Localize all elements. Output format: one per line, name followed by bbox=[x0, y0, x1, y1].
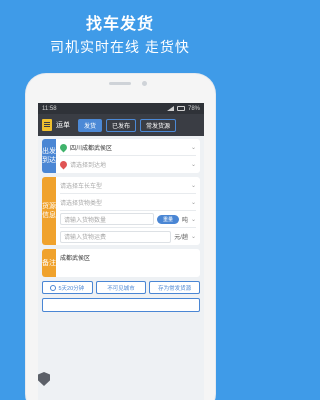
chevron-down-icon: ⌄ bbox=[190, 162, 196, 168]
cargo-label: 货源信息 bbox=[42, 177, 56, 245]
cargo-card: 货源信息 请选择车长车型 ⌄ 请选择货物类型 ⌄ 请输入货物数量 重量 吨 ⌄ bbox=[42, 177, 200, 245]
notes-label: 备注 bbox=[42, 249, 56, 277]
save-frequent-button[interactable]: 存为常发货源 bbox=[149, 281, 201, 294]
waybill-icon[interactable] bbox=[42, 119, 52, 131]
notes-card: 备注 成都武侯区 bbox=[42, 249, 200, 277]
chevron-down-icon[interactable]: ⌄ bbox=[191, 216, 196, 223]
quantity-unit: 吨 bbox=[181, 217, 188, 224]
quantity-input[interactable]: 请输入货物数量 bbox=[60, 213, 154, 225]
exclude-city-button[interactable]: 不可见城市 bbox=[95, 281, 147, 294]
origin-pin-icon bbox=[58, 142, 69, 152]
shipping-form: 出发到达 四川成都武侯区 ⌄ 请选择到达地 ⌄ 货源信息 请选择车长车型 ⌄ 请… bbox=[38, 136, 204, 315]
footer-actions: 5天20分钟 不可见城市 存为常发货源 bbox=[42, 281, 201, 294]
notes-field[interactable]: 成都武侯区 bbox=[56, 249, 200, 277]
chevron-down-icon: ⌄ bbox=[190, 199, 196, 206]
time-button[interactable]: 5天20分钟 bbox=[42, 281, 93, 294]
battery-level: 78% bbox=[187, 105, 200, 112]
promo-title: 找车发货 bbox=[85, 16, 154, 33]
promo-subtitle: 司机实时在线 走货快 bbox=[50, 39, 190, 55]
vehicle-placeholder: 请选择车长车型 bbox=[60, 183, 103, 190]
departure-label: 出发到达 bbox=[42, 139, 56, 173]
vehicle-select[interactable]: 请选择车长车型 ⌄ bbox=[60, 177, 196, 194]
status-time: 11:58 bbox=[42, 105, 57, 112]
submit-bar[interactable] bbox=[42, 298, 200, 312]
app-screen: 11:58 78% 运单 发货 已发布 常发货源 出发到达 四川成都武侯区 ⌄ bbox=[38, 103, 204, 400]
status-bar: 11:58 78% bbox=[38, 103, 204, 114]
tab-published[interactable]: 已发布 bbox=[106, 118, 137, 132]
origin-row[interactable]: 四川成都武侯区 ⌄ bbox=[58, 139, 196, 156]
quantity-toggle[interactable]: 重量 bbox=[156, 214, 179, 224]
page-title: 运单 bbox=[56, 122, 70, 129]
destination-placeholder: 请选择到达地 bbox=[70, 163, 107, 169]
departure-card: 出发到达 四川成都武侯区 ⌄ 请选择到达地 ⌄ bbox=[42, 139, 200, 173]
destination-row[interactable]: 请选择到达地 ⌄ bbox=[58, 156, 196, 173]
freight-unit: 元/趟 bbox=[174, 235, 188, 241]
freight-input[interactable]: 请输入货物运费 bbox=[60, 230, 172, 243]
signal-icon bbox=[166, 106, 174, 111]
time-button-label: 5天20分钟 bbox=[58, 285, 85, 292]
chevron-down-icon: ⌄ bbox=[190, 144, 196, 151]
chevron-down-icon: ⌄ bbox=[190, 182, 196, 189]
cargo-type-select[interactable]: 请选择货物类型 ⌄ bbox=[60, 194, 196, 211]
speaker-grille bbox=[109, 82, 131, 85]
front-camera bbox=[142, 81, 147, 86]
cargo-type-placeholder: 请选择货物类型 bbox=[60, 200, 103, 207]
freight-row: 请输入货物运费 元/趟 ⌄ bbox=[60, 228, 196, 245]
battery-icon bbox=[176, 106, 185, 111]
destination-pin-icon bbox=[58, 159, 69, 170]
app-topbar: 运单 发货 已发布 常发货源 bbox=[38, 114, 204, 136]
chevron-down-icon[interactable]: ⌄ bbox=[191, 233, 196, 240]
origin-value: 四川成都武侯区 bbox=[70, 145, 113, 152]
quantity-row: 请输入货物数量 重量 吨 ⌄ bbox=[60, 211, 196, 228]
tab-frequent-sources[interactable]: 常发货源 bbox=[140, 118, 177, 132]
tab-ship[interactable]: 发货 bbox=[78, 118, 103, 132]
clock-icon bbox=[50, 284, 57, 291]
